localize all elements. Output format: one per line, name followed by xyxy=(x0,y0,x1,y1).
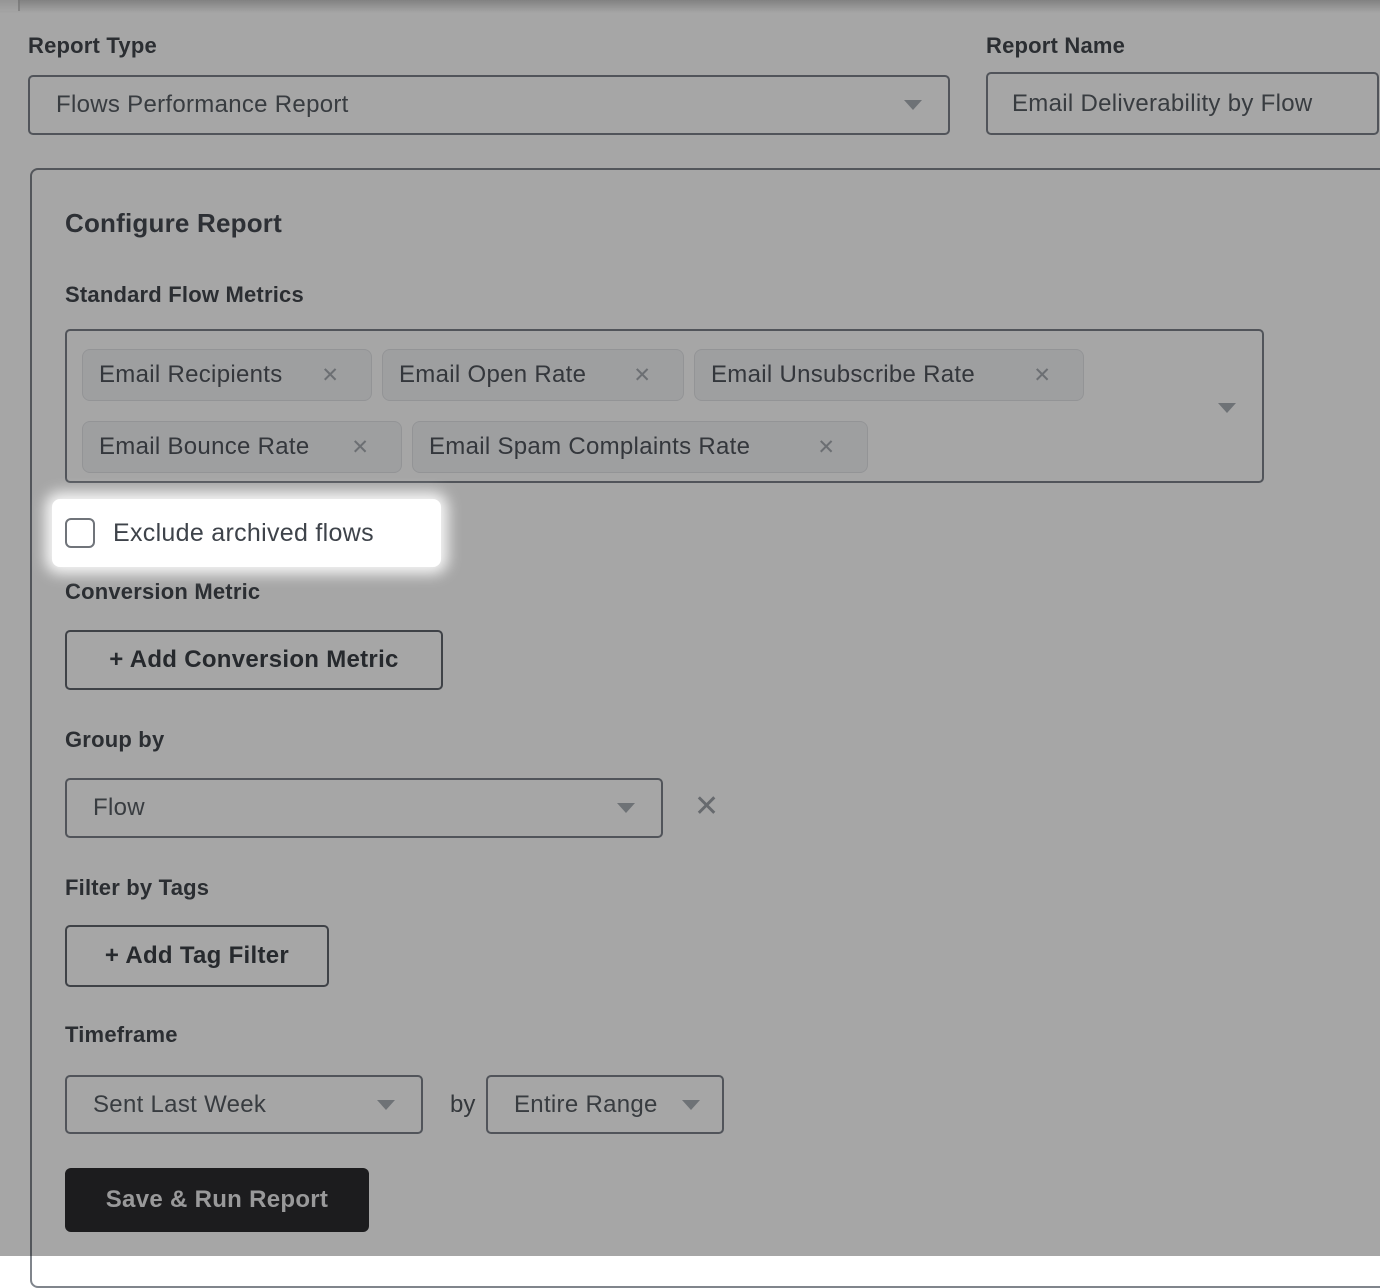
dim-overlay xyxy=(0,0,1380,1256)
exclude-archived-flows-highlight: Exclude archived flows xyxy=(52,499,441,567)
exclude-archived-flows-label: Exclude archived flows xyxy=(113,519,374,548)
exclude-archived-flows-checkbox[interactable] xyxy=(65,518,95,548)
